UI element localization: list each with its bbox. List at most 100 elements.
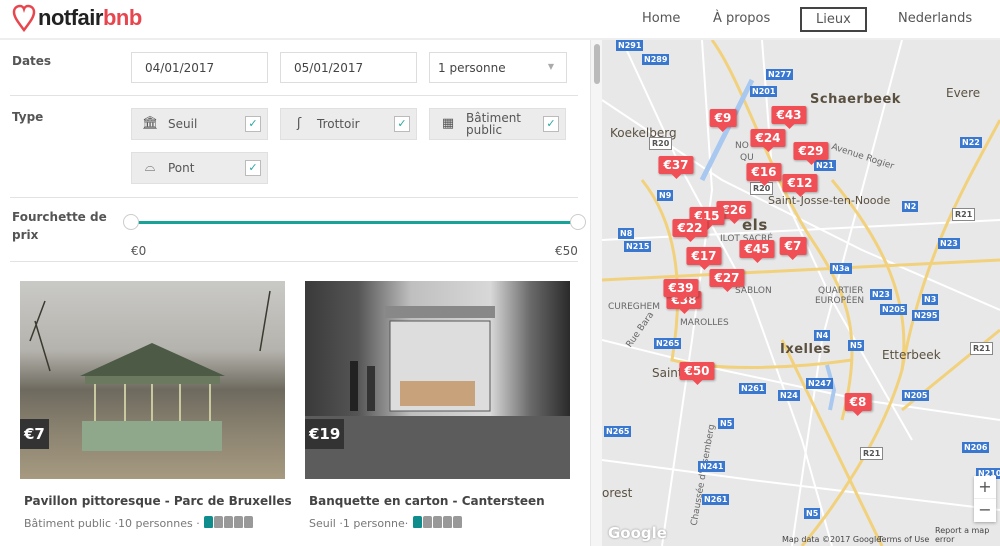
map-marker[interactable]: €50 [679, 362, 715, 385]
zoom-out-button[interactable]: − [974, 499, 996, 522]
type-batiment-label: Bâtiment public [466, 111, 522, 137]
thumb-down-icon [224, 516, 234, 528]
thumb-down-icon [234, 516, 244, 528]
divider [10, 261, 578, 262]
road-shield: R21 [970, 342, 994, 355]
dates-label: Dates [12, 54, 52, 68]
type-trottoir-label: Trottoir [317, 117, 360, 131]
type-trottoir-checkbox[interactable]: ✓ [394, 116, 410, 132]
kiosk-illustration [305, 306, 570, 479]
road-shield: N206 [962, 442, 990, 453]
map-label: QU [740, 153, 754, 163]
listing-meta: Bâtiment public · 10 personnes · [24, 516, 254, 531]
map-marker[interactable]: €37 [658, 156, 694, 179]
listing-title[interactable]: Pavillon pittoresque - Parc de Bruxelles [24, 494, 292, 508]
road-shield: N261 [702, 494, 730, 505]
road-shield: N5 [804, 508, 821, 519]
road-shield: N9 [657, 190, 674, 201]
map-marker[interactable]: €27 [709, 269, 745, 292]
road-shield: N3 [922, 294, 939, 305]
rating-thumbs [203, 516, 254, 531]
nav-about[interactable]: À propos [705, 7, 778, 30]
map-marker[interactable]: €45 [739, 240, 775, 263]
header: notfairbnb Home À propos Lieux Nederland… [0, 0, 1000, 40]
map-label: Ixelles [780, 342, 832, 357]
scrollbar-thumb[interactable] [594, 44, 600, 84]
listing-title[interactable]: Banquette en carton - Cantersteen [309, 494, 545, 508]
logo[interactable]: notfairbnb [12, 4, 142, 32]
map-marker[interactable]: €17 [686, 247, 722, 270]
price-slider-track[interactable] [131, 221, 578, 224]
price-slider-max-handle[interactable] [570, 214, 586, 230]
type-trottoir[interactable]: ʃ Trottoir ✓ [280, 108, 417, 140]
road-shield: R21 [952, 208, 976, 221]
zoom-in-button[interactable]: + [974, 476, 996, 499]
guests-select[interactable]: 1 personne ▼ [429, 52, 567, 83]
type-pont[interactable]: ⌓ Pont ✓ [131, 152, 268, 184]
road-shield: N8 [618, 228, 635, 239]
type-batiment-checkbox[interactable]: ✓ [543, 116, 559, 132]
map-label: QUARTIER [818, 286, 864, 296]
road-shield: N21 [814, 160, 836, 171]
type-pont-checkbox[interactable]: ✓ [245, 160, 261, 176]
road-shield: N265 [654, 338, 682, 349]
map-marker[interactable]: €7 [779, 237, 807, 260]
price-max-value: €50 [555, 244, 578, 258]
type-seuil-checkbox[interactable]: ✓ [245, 116, 261, 132]
map-marker[interactable]: €24 [750, 129, 786, 152]
terms-link[interactable]: Terms of Use [878, 535, 929, 544]
scrollbar[interactable] [590, 40, 602, 546]
thumb-down-icon [452, 516, 462, 528]
road-shield: N265 [604, 426, 632, 437]
map-marker[interactable]: €8 [844, 393, 872, 416]
road-shield: N289 [642, 54, 670, 65]
map-label: NO [735, 141, 749, 151]
date-from-input[interactable]: 04/01/2017 [131, 52, 268, 83]
thumb-down-icon [244, 516, 254, 528]
thumb-down-icon [432, 516, 442, 528]
map-label: EUROPÉEN [815, 296, 865, 306]
map-marker[interactable]: €39 [663, 279, 699, 302]
road-shield: N3a [830, 263, 852, 274]
type-batiment-public[interactable]: ▦ Bâtiment public ✓ [429, 108, 566, 140]
road-shield: N295 [912, 310, 940, 321]
road-shield: R20 [649, 137, 673, 150]
listing-photo[interactable]: €19 [305, 281, 570, 479]
report-error-link[interactable]: Report a map error [935, 526, 1000, 544]
road-shield: N2 [902, 201, 919, 212]
map-marker[interactable]: €9 [709, 109, 737, 132]
map-marker[interactable]: €29 [793, 142, 829, 165]
type-seuil[interactable]: 🏛 Seuil ✓ [131, 108, 268, 140]
map-marker[interactable]: €43 [771, 106, 807, 129]
map-marker[interactable]: €12 [782, 174, 818, 197]
building-icon: ▦ [441, 116, 455, 131]
map[interactable]: Schaerbeek Koekelberg Evere Saint-Josse-… [602, 40, 1000, 546]
filters-panel: Dates 04/01/2017 05/01/2017 1 personne ▼ … [0, 40, 590, 546]
divider [10, 197, 578, 198]
thumb-down-icon [442, 516, 452, 528]
road-shield: N261 [739, 383, 767, 394]
type-label: Type [12, 110, 44, 124]
listing-photo[interactable]: €7 [20, 281, 285, 479]
type-pont-label: Pont [168, 161, 195, 175]
price-slider-min-handle[interactable] [123, 214, 139, 230]
nav-home[interactable]: Home [634, 7, 688, 30]
map-marker[interactable]: €22 [672, 219, 708, 242]
road-shield: N23 [870, 289, 892, 300]
price-range-label: Fourchette de prix [12, 210, 107, 242]
nav-nederlands[interactable]: Nederlands [890, 7, 980, 30]
road-shield: N277 [766, 69, 794, 80]
guests-value: 1 personne [438, 61, 506, 75]
type-seuil-label: Seuil [168, 117, 198, 131]
map-label: CUREGHEM [608, 302, 661, 312]
map-marker[interactable]: €16 [746, 163, 782, 186]
road-shield: N22 [960, 137, 982, 148]
road-shield: N215 [624, 241, 652, 252]
map-label: Etterbeek [882, 348, 941, 362]
road-shield: N201 [750, 86, 778, 97]
nav-lieux[interactable]: Lieux [800, 7, 867, 32]
logo-text: notfairbnb [38, 5, 142, 30]
listing-price: €19 [305, 419, 345, 449]
listing-capacity: 1 personne [342, 517, 405, 530]
date-to-input[interactable]: 05/01/2017 [280, 52, 417, 83]
